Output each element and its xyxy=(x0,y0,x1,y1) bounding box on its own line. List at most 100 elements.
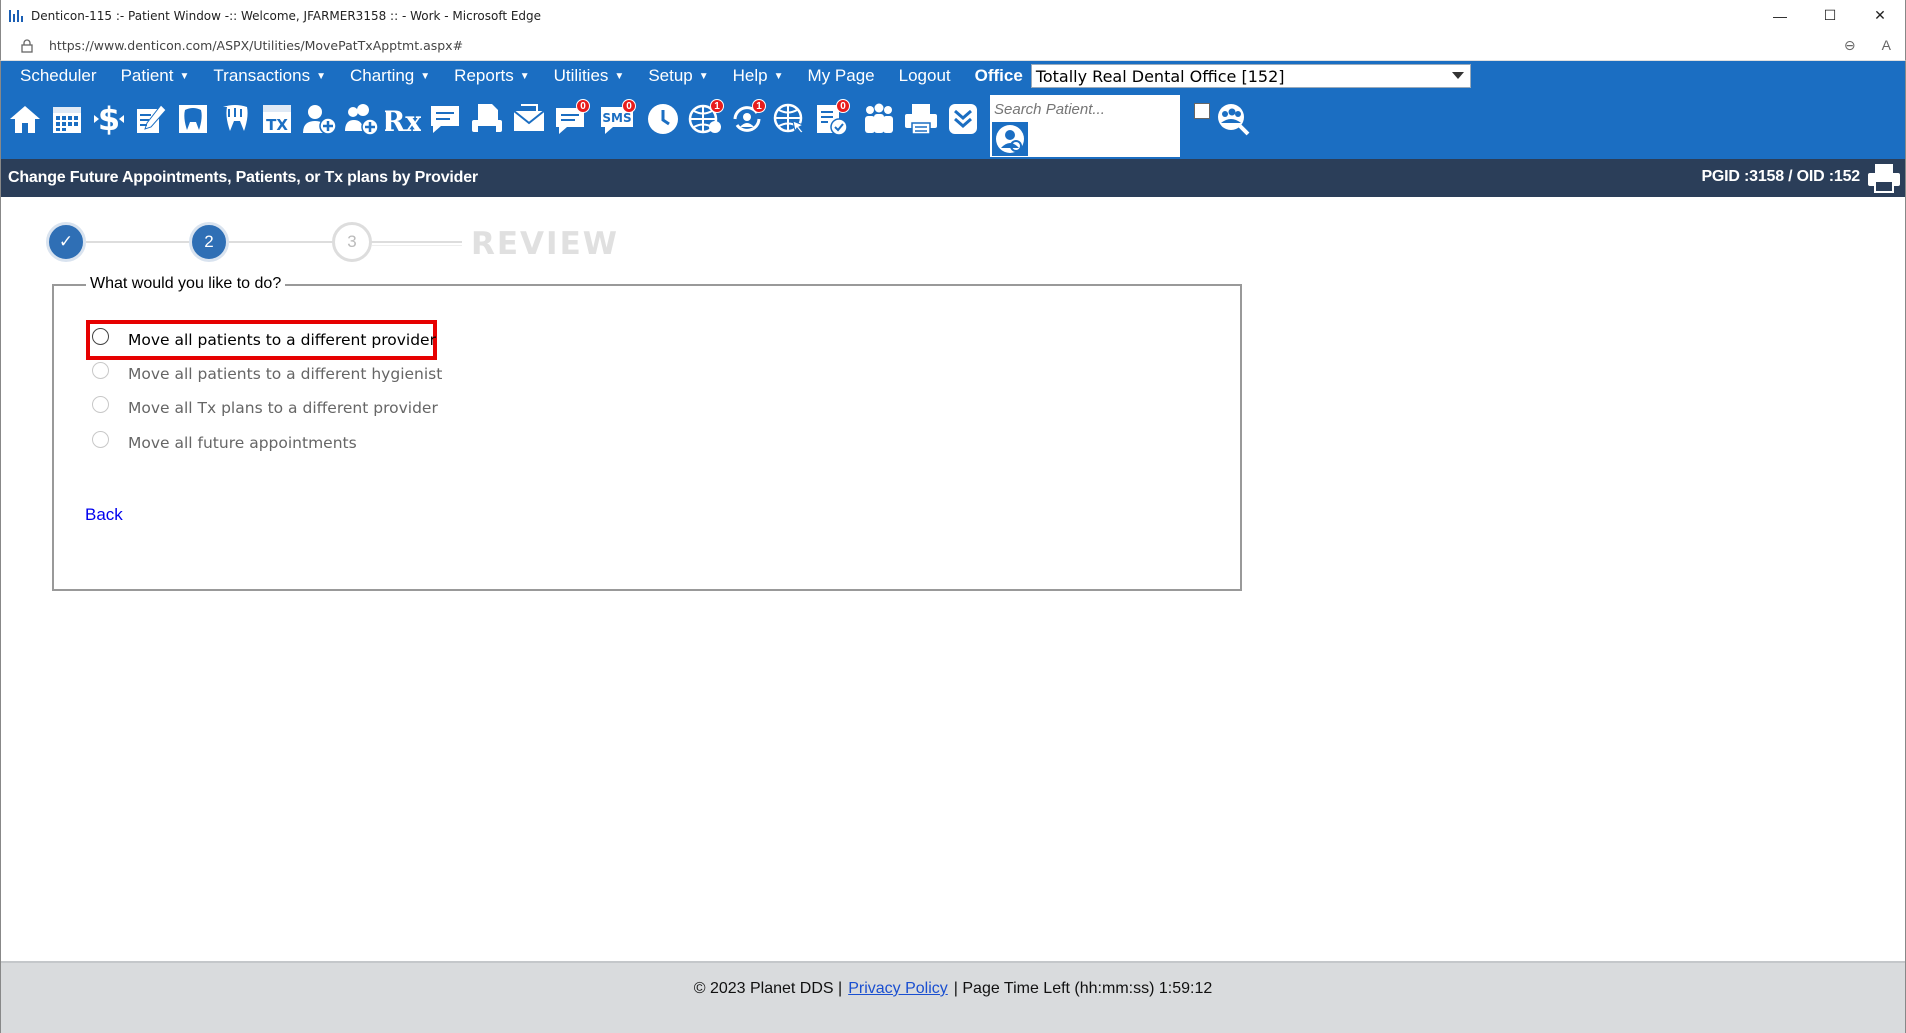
option-label: Move all Tx plans to a different provide… xyxy=(128,399,438,417)
step-connector xyxy=(372,245,462,246)
menu-setup[interactable]: Setup ▼ xyxy=(636,61,720,91)
page-time-left: | Page Time Left (hh:mm:ss) 1:59:12 xyxy=(953,980,1213,997)
prescription-icon[interactable]: Rx xyxy=(382,99,424,139)
wizard-steps: ✓ 2 3 REVIEW xyxy=(46,222,646,262)
option-move-patients-hygienist: Move all patients to a different hygieni… xyxy=(92,361,443,383)
menu-label: My Page xyxy=(807,66,875,85)
option-label: Move all future appointments xyxy=(128,434,357,452)
step-1-complete: ✓ xyxy=(46,222,86,262)
svg-text:TX: TX xyxy=(266,116,288,134)
menu-charting[interactable]: Charting ▼ xyxy=(338,61,442,91)
menu-label: Reports xyxy=(454,66,514,85)
add-patient-icon[interactable] xyxy=(298,99,340,139)
window-title: Denticon-115 :- Patient Window -:: Welco… xyxy=(31,8,542,23)
radio-button xyxy=(92,395,109,413)
sms-badge: 0 xyxy=(622,99,636,113)
tx-plan-icon[interactable]: TX xyxy=(256,99,298,139)
toolbar-checkbox[interactable] xyxy=(1194,103,1210,119)
back-link[interactable]: Back xyxy=(85,505,123,525)
action-fieldset: What would you like to do? Move all pati… xyxy=(52,275,1242,591)
menu-label: Patient xyxy=(120,66,174,85)
collapse-down-icon[interactable] xyxy=(942,99,984,139)
web-users-icon[interactable]: 1 xyxy=(684,99,726,139)
radio-button[interactable] xyxy=(92,327,109,345)
menu-utilities[interactable]: Utilities ▼ xyxy=(542,61,637,91)
globe-cursor-icon[interactable] xyxy=(768,99,810,139)
forms-badge: 0 xyxy=(836,99,850,113)
menu-my-page[interactable]: My Page xyxy=(796,61,887,91)
group-search-icon[interactable] xyxy=(1212,99,1254,139)
print-icon[interactable] xyxy=(1866,161,1902,195)
maximize-icon[interactable]: ☐ xyxy=(1805,0,1855,31)
caret-down-icon: ▼ xyxy=(179,70,190,82)
sync-badge: 1 xyxy=(752,99,766,113)
mail-icon[interactable] xyxy=(508,99,550,139)
tooth-perio-icon[interactable] xyxy=(214,99,256,139)
radio-button xyxy=(92,361,109,379)
sync-user-icon[interactable]: 1 xyxy=(726,99,768,139)
calendar-icon[interactable] xyxy=(46,99,88,139)
dropdown-arrow-icon xyxy=(1451,72,1464,79)
menu-label: Transactions xyxy=(213,66,311,85)
forms-check-icon[interactable]: 0 xyxy=(810,99,852,139)
url-field[interactable]: https://www.denticon.com/ASPX/Utilities/… xyxy=(49,38,463,53)
privacy-policy-link[interactable]: Privacy Policy xyxy=(848,980,948,998)
caret-down-icon: ▼ xyxy=(316,70,326,82)
web-badge: 1 xyxy=(710,99,724,113)
menu-scheduler[interactable]: Scheduler xyxy=(0,61,109,91)
page-header: Change Future Appointments, Patients, or… xyxy=(0,159,1906,197)
menu-label: Help xyxy=(732,66,768,85)
menu-reports[interactable]: Reports ▼ xyxy=(442,61,541,91)
messages-icon[interactable]: 0 xyxy=(550,99,592,139)
patient-search-icon[interactable] xyxy=(992,122,1028,156)
window-controls: — ☐ ✕ xyxy=(1755,0,1905,31)
option-move-future-appointments: Move all future appointments xyxy=(92,430,357,452)
menu-patient[interactable]: Patient ▼ xyxy=(109,61,202,91)
page-ids: PGID :3158 / OID :152 xyxy=(1701,168,1860,185)
denticon-app-icon xyxy=(9,9,23,22)
address-bar-actions: ⊖ A xyxy=(1844,37,1891,54)
option-move-tx-plans: Move all Tx plans to a different provide… xyxy=(92,395,438,417)
page-title: Change Future Appointments, Patients, or… xyxy=(8,169,478,186)
menu-transactions[interactable]: Transactions ▼ xyxy=(201,61,338,91)
caret-down-icon: ▼ xyxy=(614,70,625,82)
step-3-pending: 3 xyxy=(332,222,372,262)
menu-label: Scheduler xyxy=(20,66,97,85)
dollar-icon[interactable]: $ xyxy=(88,99,130,139)
minimize-icon[interactable]: — xyxy=(1755,0,1805,31)
office-select-value: Totally Real Dental Office [152] xyxy=(1035,66,1285,86)
clock-icon[interactable] xyxy=(642,99,684,139)
option-label: Move all patients to a different hygieni… xyxy=(128,365,443,383)
step-connector xyxy=(372,241,462,243)
radio-button xyxy=(92,430,109,448)
office-select[interactable]: Totally Real Dental Office [152] xyxy=(1030,64,1471,88)
tooth-chart-icon[interactable] xyxy=(172,99,214,139)
caret-down-icon: ▼ xyxy=(698,70,709,82)
close-icon[interactable]: ✕ xyxy=(1855,0,1905,31)
step-review-label: REVIEW xyxy=(471,226,619,262)
step-number: 2 xyxy=(204,232,214,251)
group-icon[interactable] xyxy=(858,99,900,139)
icon-toolbar: $ TX Rx 0 SMS 0 1 1 0 xyxy=(0,91,1906,159)
svg-text:Rx: Rx xyxy=(385,105,421,137)
search-patient-input[interactable] xyxy=(994,98,1174,120)
option-move-patients-provider[interactable]: Move all patients to a different provide… xyxy=(92,327,436,349)
home-icon[interactable] xyxy=(4,99,46,139)
zoom-out-icon[interactable]: ⊖ xyxy=(1844,37,1856,54)
notes-edit-icon[interactable] xyxy=(130,99,172,139)
sms-icon[interactable]: SMS 0 xyxy=(596,99,638,139)
menu-label: Setup xyxy=(648,66,693,85)
document-print-icon[interactable] xyxy=(466,99,508,139)
step-2-active: 2 xyxy=(189,222,229,262)
copyright-text: © 2023 Planet DDS | xyxy=(693,980,843,997)
read-aloud-icon[interactable]: A xyxy=(1882,37,1891,54)
messages-badge: 0 xyxy=(576,99,590,113)
menu-logout[interactable]: Logout xyxy=(887,61,963,91)
add-family-icon[interactable] xyxy=(340,99,382,139)
menu-help[interactable]: Help ▼ xyxy=(721,61,796,91)
chat-note-icon[interactable] xyxy=(424,99,466,139)
printer-icon[interactable] xyxy=(900,99,942,139)
caret-down-icon: ▼ xyxy=(519,70,530,82)
checkmark-icon: ✓ xyxy=(58,232,74,251)
svg-text:$: $ xyxy=(98,101,120,137)
